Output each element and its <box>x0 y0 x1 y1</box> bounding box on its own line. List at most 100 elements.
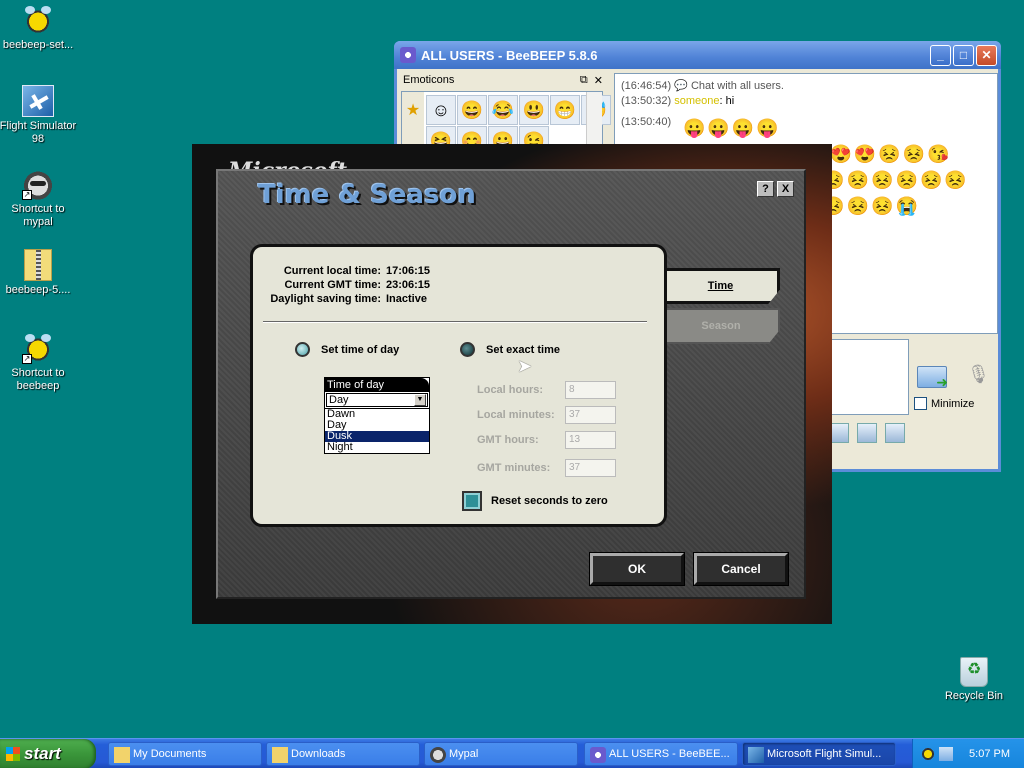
task-my-documents[interactable]: My Documents <box>108 742 262 766</box>
desktop-icon-mypal[interactable]: ↗ Shortcut to mypal <box>0 168 78 229</box>
toolbar-icon[interactable] <box>857 423 877 443</box>
exact-time-field-label: GMT hours: <box>477 433 539 446</box>
raccoon-icon: ↗ <box>22 168 54 200</box>
toolbar-icon[interactable] <box>829 423 849 443</box>
shortcut-arrow-icon: ↗ <box>22 190 32 200</box>
radio-time-of-day-label: Set time of day <box>321 343 400 356</box>
time-of-day-dropdown[interactable]: Time of day Day ▼ Dawn Day Dusk Night <box>324 377 430 454</box>
recycle-bin-icon <box>960 657 988 687</box>
emoticon-cell[interactable]: 😂 <box>488 95 518 125</box>
network-icon[interactable] <box>939 747 953 761</box>
clock[interactable]: 5:07 PM <box>969 748 1024 760</box>
time-of-day-select[interactable]: Day ▼ <box>326 393 428 407</box>
beebeep-app-icon <box>400 47 416 63</box>
close-button[interactable]: ✕ <box>976 44 997 66</box>
exact-time-field-row: GMT hours: 13 <box>477 427 616 452</box>
minimize-checkbox-row[interactable]: Minimize <box>914 397 974 410</box>
flight-simulator-icon <box>748 747 764 763</box>
bee-icon: ↗ <box>22 332 54 364</box>
exact-time-field-label: Local minutes: <box>477 408 555 421</box>
desktop-icon-flight-simulator[interactable]: Flight Simulator 98 <box>0 85 78 146</box>
desktop-icon-beebeep-zip[interactable]: beebeep-5.... <box>0 249 78 297</box>
task-label: Microsoft Flight Simul... <box>767 748 882 760</box>
radio-set-exact-time[interactable]: Set exact time <box>460 342 560 357</box>
tab-season-label: Season <box>701 320 741 332</box>
raccoon-icon <box>430 747 446 763</box>
float-panel-icon[interactable]: ⧉ <box>580 74 588 87</box>
star-icon[interactable]: ★ <box>402 100 424 120</box>
desktop-icon-label: Recycle Bin <box>944 690 1004 702</box>
tab-time-label: Time <box>707 280 734 292</box>
dialog-close-button[interactable]: X <box>777 181 794 197</box>
desktop-icon-label: Shortcut to beebeep <box>11 367 65 392</box>
microphone-icon[interactable]: 🎙 <box>967 364 990 390</box>
task-beebeep[interactable]: ALL USERS - BeeBEE... <box>584 742 738 766</box>
time-info: Current local time: 17:06:15 Current GMT … <box>265 264 430 306</box>
minimize-checkbox[interactable] <box>914 397 927 410</box>
emoticon-cell[interactable]: 😄 <box>457 95 487 125</box>
exact-time-field-input[interactable]: 37 <box>565 405 616 424</box>
folder-icon <box>272 747 288 763</box>
time-panel: Current local time: 17:06:15 Current GMT … <box>250 244 667 527</box>
task-label: Downloads <box>291 748 346 760</box>
emoticons-header: Emoticons ⧉ ✕ <box>399 71 607 89</box>
reset-seconds-checkbox[interactable] <box>462 491 482 511</box>
task-label: Mypal <box>449 748 479 760</box>
gmt-time-value: 23:06:15 <box>386 279 431 291</box>
task-downloads[interactable]: Downloads <box>266 742 420 766</box>
task-flight-simulator[interactable]: Microsoft Flight Simul... <box>742 742 896 766</box>
exact-time-field-label: GMT minutes: <box>477 461 551 474</box>
task-mypal[interactable]: Mypal <box>424 742 578 766</box>
exact-time-field-input[interactable]: 8 <box>565 380 616 399</box>
folder-icon <box>114 747 130 763</box>
time-of-day-option[interactable]: Night <box>325 442 429 453</box>
desktop-icon-beebeep[interactable]: ↗ Shortcut to beebeep <box>0 332 78 393</box>
desktop-icon-beebeep-setup[interactable]: beebeep-set... <box>0 4 78 52</box>
maximize-button[interactable]: □ <box>953 44 974 66</box>
save-icon[interactable] <box>885 423 905 443</box>
desktop-icon-label: Shortcut to mypal <box>11 203 65 228</box>
exact-time-field-input[interactable]: 13 <box>565 430 616 449</box>
chat-time: (16:46:54) <box>621 80 672 92</box>
tab-time[interactable]: Time <box>664 268 780 304</box>
exact-time-field-input[interactable]: 37 <box>565 458 616 477</box>
bee-setup-icon <box>22 4 54 36</box>
radio-on-icon[interactable] <box>295 342 310 357</box>
emoticon-cell[interactable]: 😁 <box>550 95 580 125</box>
reset-seconds-row[interactable]: Reset seconds to zero <box>462 491 608 511</box>
chat-nick: someone <box>674 95 720 107</box>
time-season-dialog: Time & Season ? X Season Time Current lo… <box>216 169 806 599</box>
reset-seconds-label: Reset seconds to zero <box>491 495 608 507</box>
dst-label: Daylight saving time: <box>270 293 381 305</box>
exact-time-field-row: GMT minutes: 37 <box>477 455 616 480</box>
chat-line: (13:50:32) someone: hi <box>621 95 991 108</box>
radio-exact-time-label: Set exact time <box>486 343 560 356</box>
minimize-button[interactable]: _ <box>930 44 951 66</box>
chevron-down-icon[interactable]: ▼ <box>414 394 426 406</box>
desktop-icon-recycle-bin[interactable]: Recycle Bin <box>934 657 1014 703</box>
chat-line: (16:46:54) 💬 Chat with all users. <box>621 80 991 93</box>
help-button[interactable]: ? <box>757 181 774 197</box>
emoticons-title: Emoticons <box>403 74 455 86</box>
tab-season[interactable]: Season <box>664 308 780 344</box>
emoticon-cell[interactable]: ☺ <box>426 95 456 125</box>
desktop-icon-label: Flight Simulator 98 <box>0 120 77 145</box>
radio-set-time-of-day[interactable]: Set time of day <box>295 342 399 357</box>
bee-icon[interactable] <box>921 747 935 761</box>
send-message-icon[interactable] <box>917 366 948 391</box>
ok-button[interactable]: OK <box>590 553 684 585</box>
exact-time-field-row: Local hours: 8 <box>477 377 616 402</box>
radio-off-icon[interactable] <box>460 342 475 357</box>
divider <box>263 321 647 323</box>
chat-bubble-icon: 💬 <box>674 80 688 92</box>
start-button[interactable]: start <box>0 739 96 768</box>
local-time-value: 17:06:15 <box>386 265 431 277</box>
flight-simulator-icon <box>22 85 54 117</box>
beebeep-app-icon <box>590 747 606 763</box>
zip-folder-icon <box>24 249 52 281</box>
cancel-button[interactable]: Cancel <box>694 553 788 585</box>
time-of-day-list: Dawn Day Dusk Night <box>325 408 429 453</box>
close-panel-icon[interactable]: ✕ <box>594 74 603 87</box>
emoticon-cell[interactable]: 😃 <box>519 95 549 125</box>
beebeep-titlebar[interactable]: ALL USERS - BeeBEEP 5.8.6 _ □ ✕ <box>394 41 1001 69</box>
